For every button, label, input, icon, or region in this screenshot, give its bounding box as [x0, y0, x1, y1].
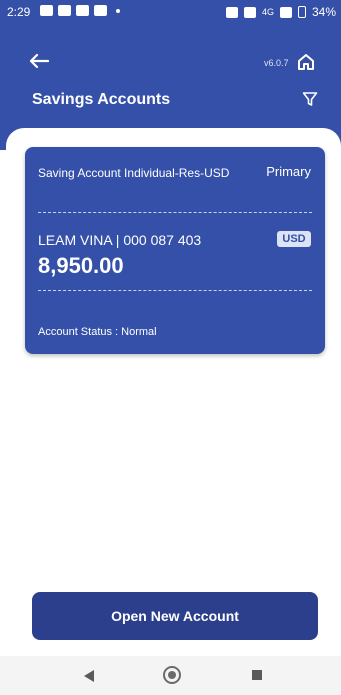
signal-icon [279, 6, 292, 18]
facebook-icon [58, 5, 71, 16]
nav-back-icon[interactable] [84, 670, 94, 682]
status-right: 4G 34% [225, 5, 336, 19]
open-new-account-button[interactable]: Open New Account [32, 592, 318, 640]
arrow-left-icon [29, 53, 49, 69]
account-card[interactable]: Saving Account Individual-Res-USD Primar… [25, 147, 325, 354]
status-left-icons [40, 5, 120, 16]
card-divider [38, 212, 312, 213]
page-title: Savings Accounts [32, 91, 171, 108]
more-notifications-icon [116, 8, 120, 13]
card-divider [38, 290, 312, 291]
nav-home-icon[interactable] [163, 666, 181, 684]
image-notification-icon [40, 5, 53, 16]
status-bar: 2:29 4G 34% [0, 0, 341, 24]
youtube-icon [94, 5, 107, 16]
system-navigation-bar [0, 656, 341, 695]
network-type: 4G [261, 7, 274, 17]
battery-icon [297, 6, 306, 18]
app-version: v6.0.7 [264, 58, 289, 68]
account-type: Saving Account Individual-Res-USD [38, 166, 230, 180]
vibrate-icon [225, 6, 238, 18]
back-button[interactable] [26, 48, 52, 74]
home-icon [298, 54, 314, 70]
currency-badge: USD [277, 231, 311, 247]
primary-tag: Primary [266, 164, 311, 179]
nav-recent-apps-icon[interactable] [252, 670, 262, 680]
account-balance: 8,950.00 [38, 253, 124, 278]
account-status: Account Status : Normal [38, 326, 157, 338]
message-icon [76, 5, 89, 16]
wifi-icon [243, 6, 256, 18]
battery-level: 34% [311, 5, 336, 19]
filter-button[interactable] [302, 91, 318, 107]
home-button[interactable] [296, 52, 316, 72]
filter-icon [302, 92, 318, 106]
account-holder: LEAM VINA | 000 087 403 [38, 232, 202, 248]
status-time: 2:29 [7, 5, 31, 19]
